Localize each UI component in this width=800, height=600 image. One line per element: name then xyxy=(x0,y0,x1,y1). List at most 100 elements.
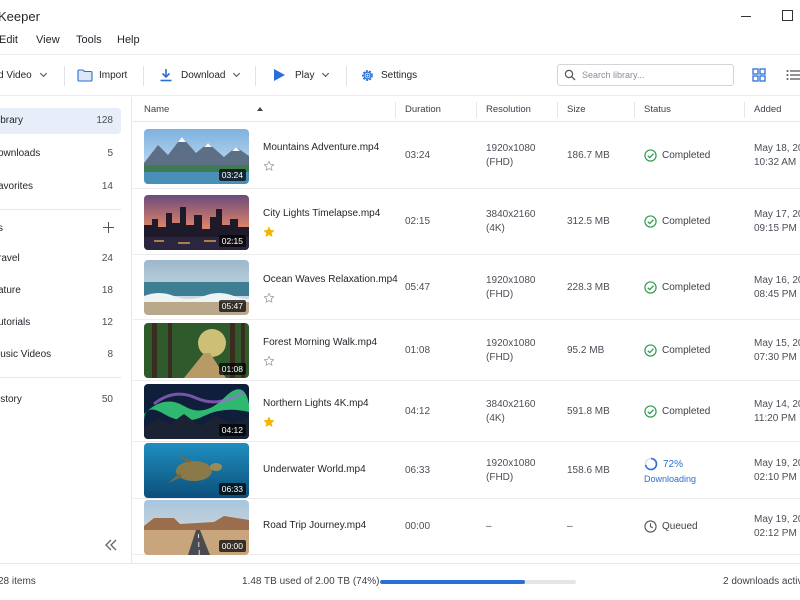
status-badge: 72% xyxy=(644,457,683,471)
status-text: Completed xyxy=(662,406,711,417)
sidebar-item-favorites[interactable]: avorites 14 xyxy=(0,174,121,200)
chevron-down-icon xyxy=(39,69,47,78)
added-time: 07:30 PM xyxy=(754,352,797,363)
play-button[interactable]: Play xyxy=(272,55,330,95)
menu-bar: Edit View Tools Help xyxy=(0,32,800,52)
resolution-cell: 1920x1080 xyxy=(486,275,536,286)
size-cell: – xyxy=(567,521,573,532)
add-video-label: d Video xyxy=(0,69,32,81)
star-outline-icon[interactable] xyxy=(263,355,275,367)
menu-help[interactable]: Help xyxy=(117,34,140,46)
resolution-label: (4K) xyxy=(486,413,505,424)
maximize-icon[interactable] xyxy=(780,8,794,22)
star-filled-icon[interactable] xyxy=(263,416,275,428)
star-outline-icon[interactable] xyxy=(263,160,275,172)
column-header-size[interactable]: Size xyxy=(567,104,585,115)
toolbar-divider xyxy=(143,66,144,86)
folder-icon xyxy=(77,69,93,82)
sidebar-item-downloads[interactable]: ownloads 5 xyxy=(0,141,121,167)
thumbnail-duration-badge: 00:00 xyxy=(218,540,246,552)
video-name: Ocean Waves Relaxation.mp4 xyxy=(263,274,398,285)
table-row[interactable]: 06:33 Underwater World.mp4 06:33 1920x1080 (… xyxy=(133,442,800,499)
status-text: Completed xyxy=(662,345,711,356)
status-badge: Completed xyxy=(644,405,710,418)
duration-cell: 01:08 xyxy=(405,345,431,356)
video-name: Road Trip Journey.mp4 xyxy=(263,520,367,531)
table-row[interactable]: 02:15 City Lights Timelapse.mp4 02:15 3840x… xyxy=(133,189,800,255)
sort-ascending-icon[interactable] xyxy=(257,107,263,111)
resolution-cell: – xyxy=(486,521,492,532)
table-row[interactable]: 03:24 Mountains Adventure.mp4 03:24 1920x10… xyxy=(133,123,800,189)
sidebar-item-count: 14 xyxy=(101,181,113,192)
column-header-name[interactable]: Name xyxy=(144,104,169,115)
column-header-duration[interactable]: Duration xyxy=(405,104,441,115)
minimize-icon[interactable] xyxy=(739,7,753,23)
resolution-cell: 3840x2160 xyxy=(486,209,536,220)
menu-view[interactable]: View xyxy=(36,34,60,46)
status-badge: Completed xyxy=(644,215,710,228)
check-circle-icon xyxy=(644,215,657,228)
thumbnail-duration-badge: 04:12 xyxy=(218,424,246,436)
added-time: 10:32 AM xyxy=(754,157,797,168)
video-thumbnail[interactable]: 02:15 xyxy=(144,195,249,250)
settings-button[interactable]: Settings xyxy=(360,55,417,95)
column-divider xyxy=(557,102,558,118)
add-video-button[interactable]: d Video xyxy=(0,55,47,95)
search-input[interactable] xyxy=(582,68,727,82)
resolution-cell: 1920x1080 xyxy=(486,143,536,154)
added-date: May 16, 20 xyxy=(754,275,800,286)
column-header-added[interactable]: Added xyxy=(754,104,781,115)
grid-view-icon[interactable] xyxy=(752,68,766,82)
toolbar: d Video Import Download Play Settings xyxy=(0,54,800,96)
thumbnail-duration-badge: 02:15 xyxy=(218,235,246,247)
menu-tools[interactable]: Tools xyxy=(76,34,102,46)
status-text: Completed xyxy=(662,216,711,227)
resolution-label: (FHD) xyxy=(486,289,514,300)
column-header-resolution[interactable]: Resolution xyxy=(486,104,531,115)
added-time: 02:10 PM xyxy=(754,472,797,483)
video-thumbnail[interactable]: 00:00 xyxy=(144,500,249,555)
sidebar-item-music-videos[interactable]: lusic Videos 8 xyxy=(0,342,121,368)
sidebar-item-library[interactable]: ibrary 128 xyxy=(0,108,121,134)
video-thumbnail[interactable]: 01:08 xyxy=(144,323,249,378)
status-text: 72% xyxy=(663,458,684,470)
column-header-status[interactable]: Status xyxy=(644,104,671,115)
collapse-sidebar-icon[interactable] xyxy=(104,539,118,551)
size-cell: 591.8 MB xyxy=(567,406,610,417)
star-filled-icon[interactable] xyxy=(263,226,275,238)
sidebar-item-history[interactable]: istory 50 xyxy=(0,387,121,413)
sidebar-item-travel[interactable]: ravel 24 xyxy=(0,246,121,272)
size-cell: 228.3 MB xyxy=(567,282,610,293)
column-divider xyxy=(634,102,635,118)
sidebar-item-tutorials[interactable]: utorials 12 xyxy=(0,310,121,336)
thumbnail-duration-badge: 03:24 xyxy=(218,169,246,181)
video-thumbnail[interactable]: 04:12 xyxy=(144,384,249,439)
add-collection-icon[interactable] xyxy=(103,222,114,233)
star-outline-icon[interactable] xyxy=(263,292,275,304)
table-row[interactable]: 04:12 Northern Lights 4K.mp4 04:12 3840x216… xyxy=(133,381,800,442)
video-thumbnail[interactable]: 03:24 xyxy=(144,129,249,184)
table-row[interactable]: 01:08 Forest Morning Walk.mp4 01:08 1920x10… xyxy=(133,320,800,381)
sidebar-item-label: istory xyxy=(0,394,22,405)
search-icon xyxy=(564,69,576,81)
import-button[interactable]: Import xyxy=(77,55,127,95)
video-thumbnail[interactable]: 05:47 xyxy=(144,260,249,315)
list-view-icon[interactable] xyxy=(786,68,800,82)
toolbar-divider xyxy=(255,66,256,86)
table-row[interactable]: 05:47 Ocean Waves Relaxation.mp4 05:47 1920… xyxy=(133,255,800,320)
video-table: Name Duration Resolution Size Status Add… xyxy=(133,97,800,563)
active-downloads-text: 2 downloads activ xyxy=(723,576,800,587)
chevron-down-icon xyxy=(322,69,330,78)
table-row[interactable]: 00:00 Road Trip Journey.mp4 00:00 – – Queued M… xyxy=(133,499,800,555)
menu-edit[interactable]: Edit xyxy=(0,34,18,46)
thumbnail-duration-badge: 05:47 xyxy=(218,300,246,312)
download-button[interactable]: Download xyxy=(159,55,241,95)
added-date: May 15, 20 xyxy=(754,338,800,349)
sidebar-item-count: 50 xyxy=(101,394,113,405)
sidebar-item-nature[interactable]: ature 18 xyxy=(0,278,121,304)
added-date: May 19, 20 xyxy=(754,514,800,525)
video-name: Northern Lights 4K.mp4 xyxy=(263,398,369,409)
video-thumbnail[interactable]: 06:33 xyxy=(144,443,249,498)
search-box[interactable] xyxy=(557,64,734,86)
sidebar: ibrary 128 ownloads 5 avorites 14 s rave… xyxy=(0,97,132,563)
